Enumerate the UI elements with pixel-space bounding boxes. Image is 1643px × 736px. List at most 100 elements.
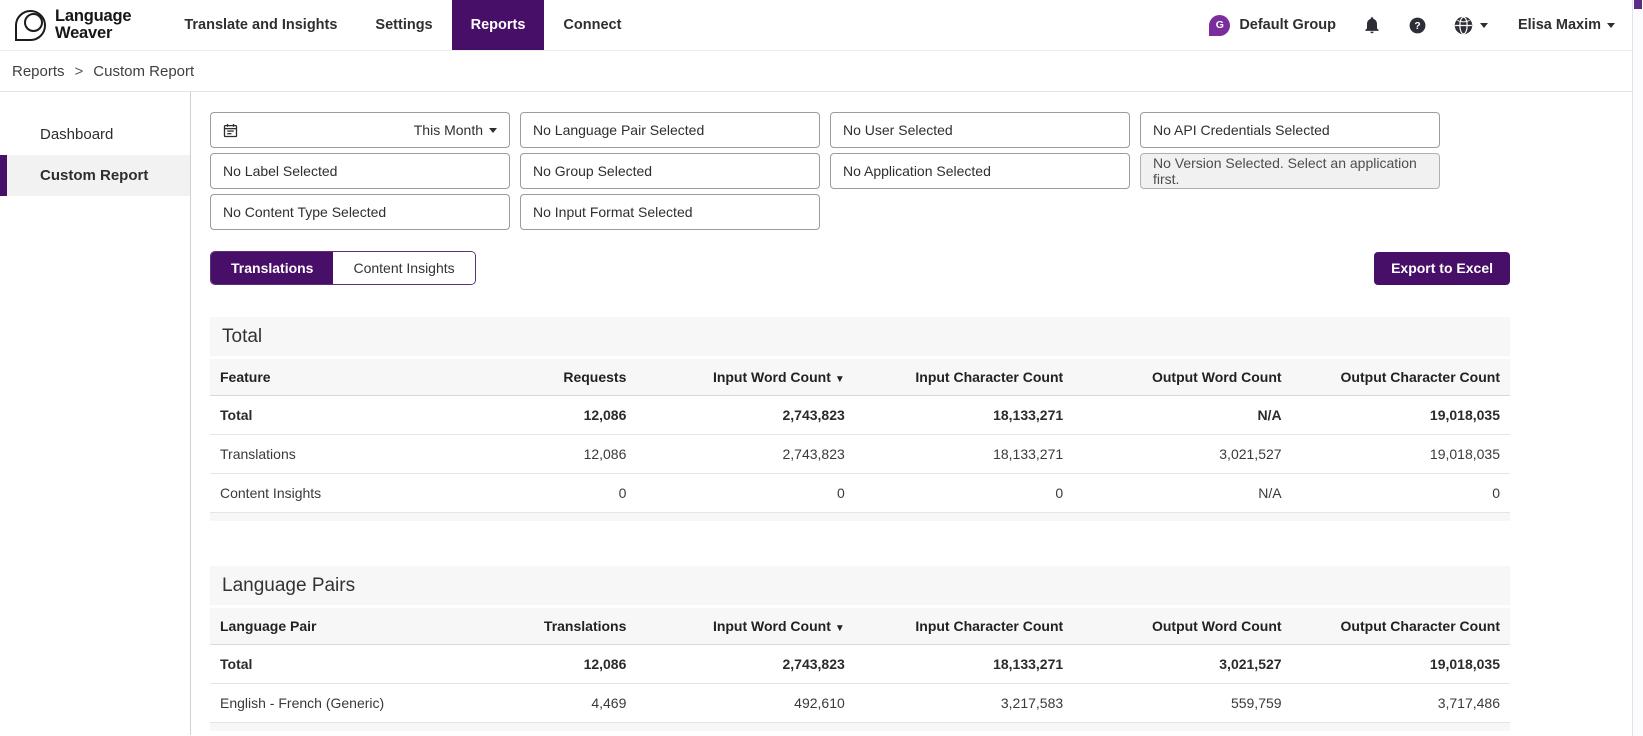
cell-input-character-count: 18,133,271 [855, 645, 1073, 684]
cell-output-character-count: 3,717,486 [1292, 684, 1510, 723]
language-pairs-header-row: Language Pair Translations Input Word Co… [210, 607, 1510, 645]
table-row: Total 12,086 2,743,823 18,133,271 3,021,… [210, 645, 1510, 684]
brand-line2: Weaver [55, 25, 131, 42]
brand-line1: Language [55, 8, 131, 25]
main-area: Dashboard Custom Report [0, 92, 1643, 735]
svg-text:?: ? [1414, 21, 1420, 32]
chevron-down-icon [489, 128, 497, 133]
breadcrumb: Reports > Custom Report [0, 51, 1643, 92]
table-row: Total 12,086 2,743,823 18,133,271 N/A 19… [210, 396, 1510, 435]
cell-output-word-count: N/A [1073, 396, 1291, 435]
sidebar-item-dashboard[interactable]: Dashboard [0, 114, 190, 155]
cell-output-word-count: N/A [1073, 474, 1291, 513]
cell-language-pair: Total [210, 645, 418, 684]
topbar-right: G Default Group ? [1209, 0, 1643, 50]
nav-reports[interactable]: Reports [452, 0, 545, 50]
help-icon: ? [1408, 16, 1427, 35]
col-feature[interactable]: Feature [210, 358, 418, 396]
group-filter[interactable]: No Group Selected [520, 153, 820, 189]
content-type-filter[interactable]: No Content Type Selected [210, 194, 510, 230]
table-row: Content Insights 0 0 0 N/A 0 [210, 474, 1510, 513]
group-name: Default Group [1239, 17, 1336, 33]
nav-translate-and-insights[interactable]: Translate and Insights [165, 0, 356, 50]
scrollbar-thumb[interactable] [1634, 0, 1642, 9]
col-input-word-count[interactable]: Input Word Count▼ [636, 607, 854, 645]
cell-input-word-count: 2,743,823 [636, 645, 854, 684]
help-button[interactable]: ? [1408, 16, 1427, 35]
notifications-button[interactable] [1362, 15, 1382, 35]
language-pairs-panel-title: Language Pairs [210, 566, 1510, 605]
cell-feature: Translations [210, 435, 418, 474]
col-output-character-count[interactable]: Output Character Count [1292, 358, 1510, 396]
application-filter[interactable]: No Application Selected [830, 153, 1130, 189]
globe-icon [1453, 15, 1474, 36]
col-input-character-count[interactable]: Input Character Count [855, 607, 1073, 645]
language-selector[interactable] [1453, 15, 1488, 36]
cell-input-word-count: 2,743,823 [636, 396, 854, 435]
language-pair-filter[interactable]: No Language Pair Selected [520, 112, 820, 148]
language-pairs-panel: Language Pairs Language Pair Translation… [210, 566, 1510, 731]
cell-input-word-count: 2,743,823 [636, 435, 854, 474]
user-name: Elisa Maxim [1518, 17, 1601, 33]
top-nav: Language Weaver Translate and Insights S… [0, 0, 1643, 51]
col-input-word-count[interactable]: Input Word Count▼ [636, 358, 854, 396]
scrollbar[interactable] [1632, 0, 1643, 736]
label-filter[interactable]: No Label Selected [210, 153, 510, 189]
breadcrumb-reports[interactable]: Reports [12, 63, 65, 80]
filter-grid: This Month No Language Pair Selected No … [210, 112, 1510, 230]
total-table-header-row: Feature Requests Input Word Count▼ Input… [210, 358, 1510, 396]
col-output-word-count[interactable]: Output Word Count [1073, 607, 1291, 645]
date-range-filter[interactable]: This Month [210, 112, 510, 148]
group-selector[interactable]: G Default Group [1209, 15, 1336, 36]
user-menu[interactable]: Elisa Maxim [1518, 17, 1615, 33]
tab-content-insights[interactable]: Content Insights [333, 252, 474, 284]
col-output-character-count[interactable]: Output Character Count [1292, 607, 1510, 645]
sort-desc-icon: ▼ [835, 623, 845, 634]
chevron-down-icon [1607, 23, 1615, 28]
sidebar: Dashboard Custom Report [0, 92, 191, 735]
col-input-character-count[interactable]: Input Character Count [855, 358, 1073, 396]
cell-input-character-count: 3,217,583 [855, 684, 1073, 723]
cell-feature: Content Insights [210, 474, 418, 513]
cell-output-character-count: 19,018,035 [1292, 435, 1510, 474]
group-pin-icon: G [1209, 15, 1230, 36]
cell-input-character-count: 18,133,271 [855, 435, 1073, 474]
col-requests[interactable]: Requests [418, 358, 636, 396]
table-row: Translations 12,086 2,743,823 18,133,271… [210, 435, 1510, 474]
cell-output-character-count: 19,018,035 [1292, 396, 1510, 435]
calendar-icon [223, 123, 238, 138]
input-format-filter[interactable]: No Input Format Selected [520, 194, 820, 230]
brand-name: Language Weaver [55, 8, 131, 43]
report-tabs: Translations Content Insights [210, 251, 476, 285]
cell-input-character-count: 18,133,271 [855, 396, 1073, 435]
bell-icon [1362, 15, 1382, 35]
chevron-down-icon [1480, 23, 1488, 28]
content: This Month No Language Pair Selected No … [191, 92, 1643, 735]
cell-input-word-count: 492,610 [636, 684, 854, 723]
api-credentials-filter[interactable]: No API Credentials Selected [1140, 112, 1440, 148]
nav-settings[interactable]: Settings [356, 0, 451, 50]
breadcrumb-separator-icon: > [75, 63, 84, 80]
export-to-excel-button[interactable]: Export to Excel [1374, 252, 1510, 285]
cell-output-character-count: 19,018,035 [1292, 645, 1510, 684]
brand-logo[interactable]: Language Weaver [0, 0, 147, 50]
total-table: Feature Requests Input Word Count▼ Input… [210, 356, 1510, 513]
cell-input-word-count: 0 [636, 474, 854, 513]
language-pairs-table: Language Pair Translations Input Word Co… [210, 605, 1510, 723]
total-panel-title: Total [210, 317, 1510, 356]
cell-feature: Total [210, 396, 418, 435]
cell-input-character-count: 0 [855, 474, 1073, 513]
nav-connect[interactable]: Connect [544, 0, 640, 50]
col-output-word-count[interactable]: Output Word Count [1073, 358, 1291, 396]
cell-output-word-count: 3,021,527 [1073, 645, 1291, 684]
language-weaver-logo-icon [15, 10, 46, 41]
cell-output-character-count: 0 [1292, 474, 1510, 513]
cell-requests: 12,086 [418, 396, 636, 435]
sidebar-item-custom-report[interactable]: Custom Report [0, 155, 190, 196]
date-range-value: This Month [414, 122, 483, 138]
user-filter[interactable]: No User Selected [830, 112, 1130, 148]
col-language-pair[interactable]: Language Pair [210, 607, 418, 645]
tab-translations[interactable]: Translations [211, 252, 333, 284]
col-translations[interactable]: Translations [418, 607, 636, 645]
total-panel: Total Feature Requests Input Word Count▼… [210, 317, 1510, 521]
